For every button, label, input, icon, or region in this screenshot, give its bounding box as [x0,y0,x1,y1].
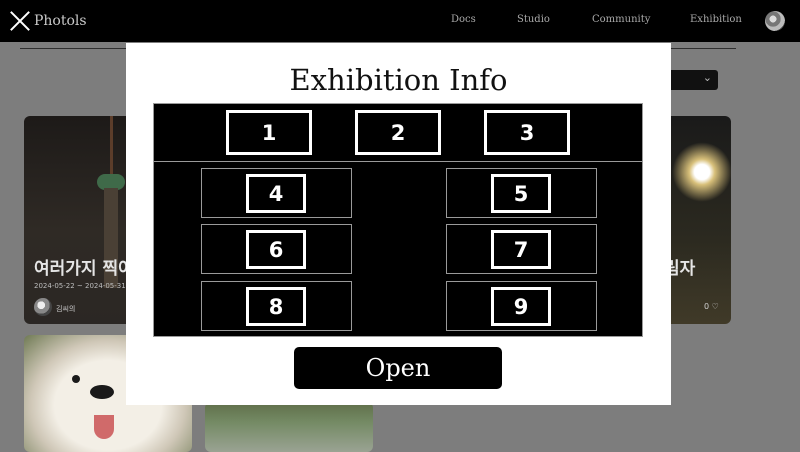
dog-nose [90,385,114,399]
grid-divider [154,161,642,162]
exhibition-tile[interactable]: 9 [491,287,551,326]
card-title: 여러가지 찍어 [34,259,134,279]
exhibition-grid: 1 2 3 4 5 6 7 8 9 [153,103,643,337]
user-avatar[interactable] [765,11,785,31]
sort-select[interactable]: ⌄ [668,70,718,90]
dog-tongue [94,415,114,439]
exhibition-card[interactable] [205,402,373,452]
exhibition-tile[interactable]: 5 [491,174,551,213]
close-icon[interactable] [9,10,31,32]
nav-docs[interactable]: Docs [451,14,476,25]
exhibition-tile[interactable]: 4 [246,174,306,213]
open-button[interactable]: Open [294,347,502,389]
light-image [672,142,731,202]
card-author-avatar [34,298,52,316]
exhibition-tile[interactable]: 8 [246,287,306,326]
brand-logo-text[interactable]: Photols [34,13,87,29]
exhibition-tile[interactable]: 3 [484,110,570,155]
exhibition-info-modal: Exhibition Info 1 2 3 4 5 6 7 8 9 Open [126,43,671,405]
exhibition-tile[interactable]: 1 [226,110,312,155]
exhibition-tile[interactable]: 2 [355,110,441,155]
nav-studio[interactable]: Studio [517,14,550,25]
tower-image-part [110,116,113,178]
card-author-name: 김씨의 [56,305,76,313]
exhibition-tile[interactable]: 6 [246,230,306,269]
card-dates: 2024-05-22 ~ 2024-05-31 [34,282,126,290]
nav-exhibition[interactable]: Exhibition [690,14,742,25]
nav-community[interactable]: Community [592,14,650,25]
dog-eye [72,375,80,383]
top-nav-bar: Photols Docs Studio Community Exhibition [0,0,800,42]
modal-title: Exhibition Info [289,63,508,97]
card-likes: 0 ♡ [704,302,719,311]
exhibition-tile[interactable]: 7 [491,230,551,269]
chevron-down-icon: ⌄ [702,71,712,84]
